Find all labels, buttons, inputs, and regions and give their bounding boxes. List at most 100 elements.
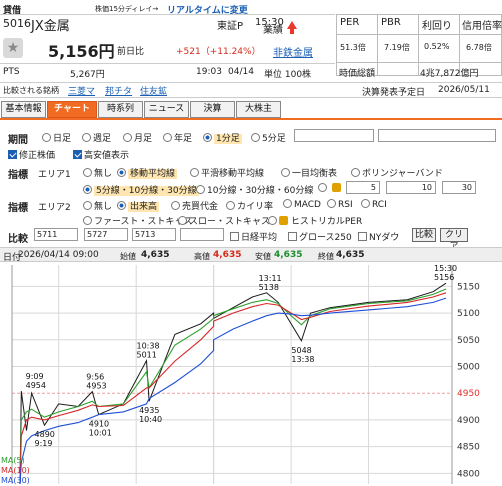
checkbox-icon[interactable] — [73, 150, 82, 159]
period-radio-weekly[interactable]: 週足 — [82, 131, 111, 144]
adjusted-price-checkbox[interactable]: 修正株価 — [8, 148, 55, 161]
area1-radio-none[interactable]: 無し — [83, 166, 112, 179]
ma-custom-input-2[interactable]: 10 — [386, 181, 436, 194]
lock-icon — [279, 216, 288, 225]
radio-icon[interactable] — [203, 133, 212, 142]
tab-news[interactable]: ニュース — [144, 101, 189, 118]
radio-icon[interactable] — [123, 133, 132, 142]
ma-radio-10-30-60[interactable]: 10分線・30分線・60分線 — [196, 183, 313, 196]
radio-icon[interactable] — [327, 199, 336, 208]
price-chart[interactable]: 4800 4850 4900 4950 5000 5050 5100 5150 9:09 4954… — [0, 263, 502, 486]
radio-icon[interactable] — [83, 168, 92, 177]
radio-icon[interactable] — [281, 168, 290, 177]
area2-radio-macd[interactable]: MACD — [283, 199, 321, 210]
checkbox-icon[interactable] — [358, 232, 367, 241]
category-label: 業績 — [263, 25, 283, 36]
area2-radio-slow-stoch[interactable]: スロー・ストキャス — [178, 214, 270, 227]
compare-stock-link[interactable]: 邦チタ — [105, 84, 132, 97]
market-label: 東証P — [217, 21, 244, 32]
highlow-checkbox[interactable]: 高安値表示 — [73, 148, 129, 161]
period-radio-monthly[interactable]: 月足 — [123, 131, 152, 144]
compare-input-1[interactable]: 5711 — [34, 228, 78, 241]
radio-icon[interactable] — [226, 201, 235, 210]
radio-icon[interactable] — [117, 168, 126, 177]
tab-earnings[interactable]: 決算 — [190, 101, 235, 118]
radio-icon[interactable] — [42, 133, 51, 142]
clear-button[interactable]: クリア — [440, 228, 468, 252]
tab-chart[interactable]: チャート — [47, 101, 97, 118]
tab-shareholders[interactable]: 大株主 — [236, 101, 281, 118]
area2-radio-rci[interactable]: RCI — [361, 199, 387, 210]
nydow-checkbox[interactable]: NYダウ — [358, 230, 399, 243]
tab-timeseries[interactable]: 時系列 — [98, 101, 143, 118]
up-arrow-stem — [290, 29, 294, 34]
star-icon[interactable]: ★ — [3, 38, 23, 58]
radio-icon[interactable] — [196, 185, 205, 194]
radio-icon[interactable] — [171, 201, 180, 210]
area1-radio-bollinger[interactable]: ボリンジャーバンド — [351, 166, 443, 179]
radio-icon[interactable] — [178, 216, 187, 225]
radio-icon[interactable] — [351, 168, 360, 177]
lock-icon — [332, 183, 341, 194]
growth250-checkbox[interactable]: グロース250 — [288, 230, 352, 243]
area2-radio-volume[interactable]: 出来高 — [117, 199, 160, 212]
period-radio-yearly[interactable]: 年足 — [163, 131, 192, 144]
trading-unit: 単位 100株 — [264, 70, 312, 80]
radio-icon[interactable] — [83, 185, 92, 194]
radio-icon[interactable] — [83, 216, 92, 225]
period-radio-daily[interactable]: 日足 — [42, 131, 71, 144]
period-input-from[interactable] — [294, 129, 374, 142]
area2-radio-hist-per[interactable]: ヒストリカルPER — [268, 214, 362, 227]
radio-icon[interactable] — [251, 133, 260, 142]
compare-input-2[interactable]: 5727 — [84, 228, 128, 241]
y-tick-label: 4800 — [457, 469, 480, 479]
period-radio-5min[interactable]: 5分足 — [251, 131, 286, 144]
tab-basic-info[interactable]: 基本情報 — [1, 101, 46, 118]
area2-radio-turnover[interactable]: 売買代金 — [171, 199, 218, 212]
checkbox-icon[interactable] — [8, 150, 17, 159]
yield-value: 0.52% — [424, 42, 450, 51]
sector-link[interactable]: 非鉄金属 — [273, 44, 313, 59]
ma-radio-custom[interactable] — [318, 183, 329, 194]
radio-icon[interactable] — [83, 201, 92, 210]
checkbox-icon[interactable] — [230, 232, 239, 241]
close-value: 4,635 — [336, 250, 365, 260]
y-tick-label: 5000 — [457, 362, 480, 372]
compare-input-3[interactable]: 5713 — [132, 228, 176, 241]
area2-radio-rsi[interactable]: RSI — [327, 199, 353, 210]
area1-radio-ema[interactable]: 平滑移動平均線 — [190, 166, 264, 179]
period-input-to[interactable] — [378, 129, 496, 142]
compare-button[interactable]: 比較 — [412, 228, 436, 242]
area2-radio-none[interactable]: 無し — [83, 199, 112, 212]
compare-stock-link[interactable]: 三菱マ — [68, 84, 95, 97]
pts-date: 04/14 — [228, 67, 254, 77]
area2-label: エリア2 — [38, 203, 71, 213]
period-label: 期間 — [8, 135, 28, 146]
area1-radio-ichimoku[interactable]: 一目均衡表 — [281, 166, 337, 179]
area2-radio-fast-stoch[interactable]: ファースト・ストキャス — [83, 214, 193, 227]
radio-icon[interactable] — [117, 201, 126, 210]
checkbox-icon[interactable] — [288, 232, 297, 241]
radio-icon[interactable] — [283, 199, 292, 208]
radio-icon[interactable] — [361, 199, 370, 208]
stock-name: JX金属 — [31, 19, 70, 34]
divider — [0, 63, 335, 64]
compare-input-4[interactable] — [180, 228, 224, 241]
area2-radio-deviation[interactable]: カイリ率 — [226, 199, 273, 212]
chart-annotation: 13:11 5138 — [259, 274, 282, 292]
area1-radio-ma[interactable]: 移動平均線 — [117, 166, 178, 179]
ma-radio-5-10-30[interactable]: 5分線・10分線・30分線 — [83, 183, 199, 196]
radio-icon[interactable] — [318, 183, 327, 192]
chart-annotation: 9:09 4954 — [26, 372, 46, 390]
radio-icon[interactable] — [268, 216, 277, 225]
y-tick-label: 5050 — [457, 336, 480, 346]
period-radio-1min[interactable]: 1分足 — [203, 131, 242, 144]
radio-icon[interactable] — [82, 133, 91, 142]
radio-icon[interactable] — [190, 168, 199, 177]
per-label: PER — [340, 17, 360, 28]
compare-stock-link[interactable]: 住友鉱 — [140, 84, 167, 97]
nikkei-checkbox[interactable]: 日経平均 — [230, 230, 277, 243]
ma-custom-input-1[interactable]: 5 — [346, 181, 380, 194]
ma-custom-input-3[interactable]: 30 — [442, 181, 476, 194]
radio-icon[interactable] — [163, 133, 172, 142]
